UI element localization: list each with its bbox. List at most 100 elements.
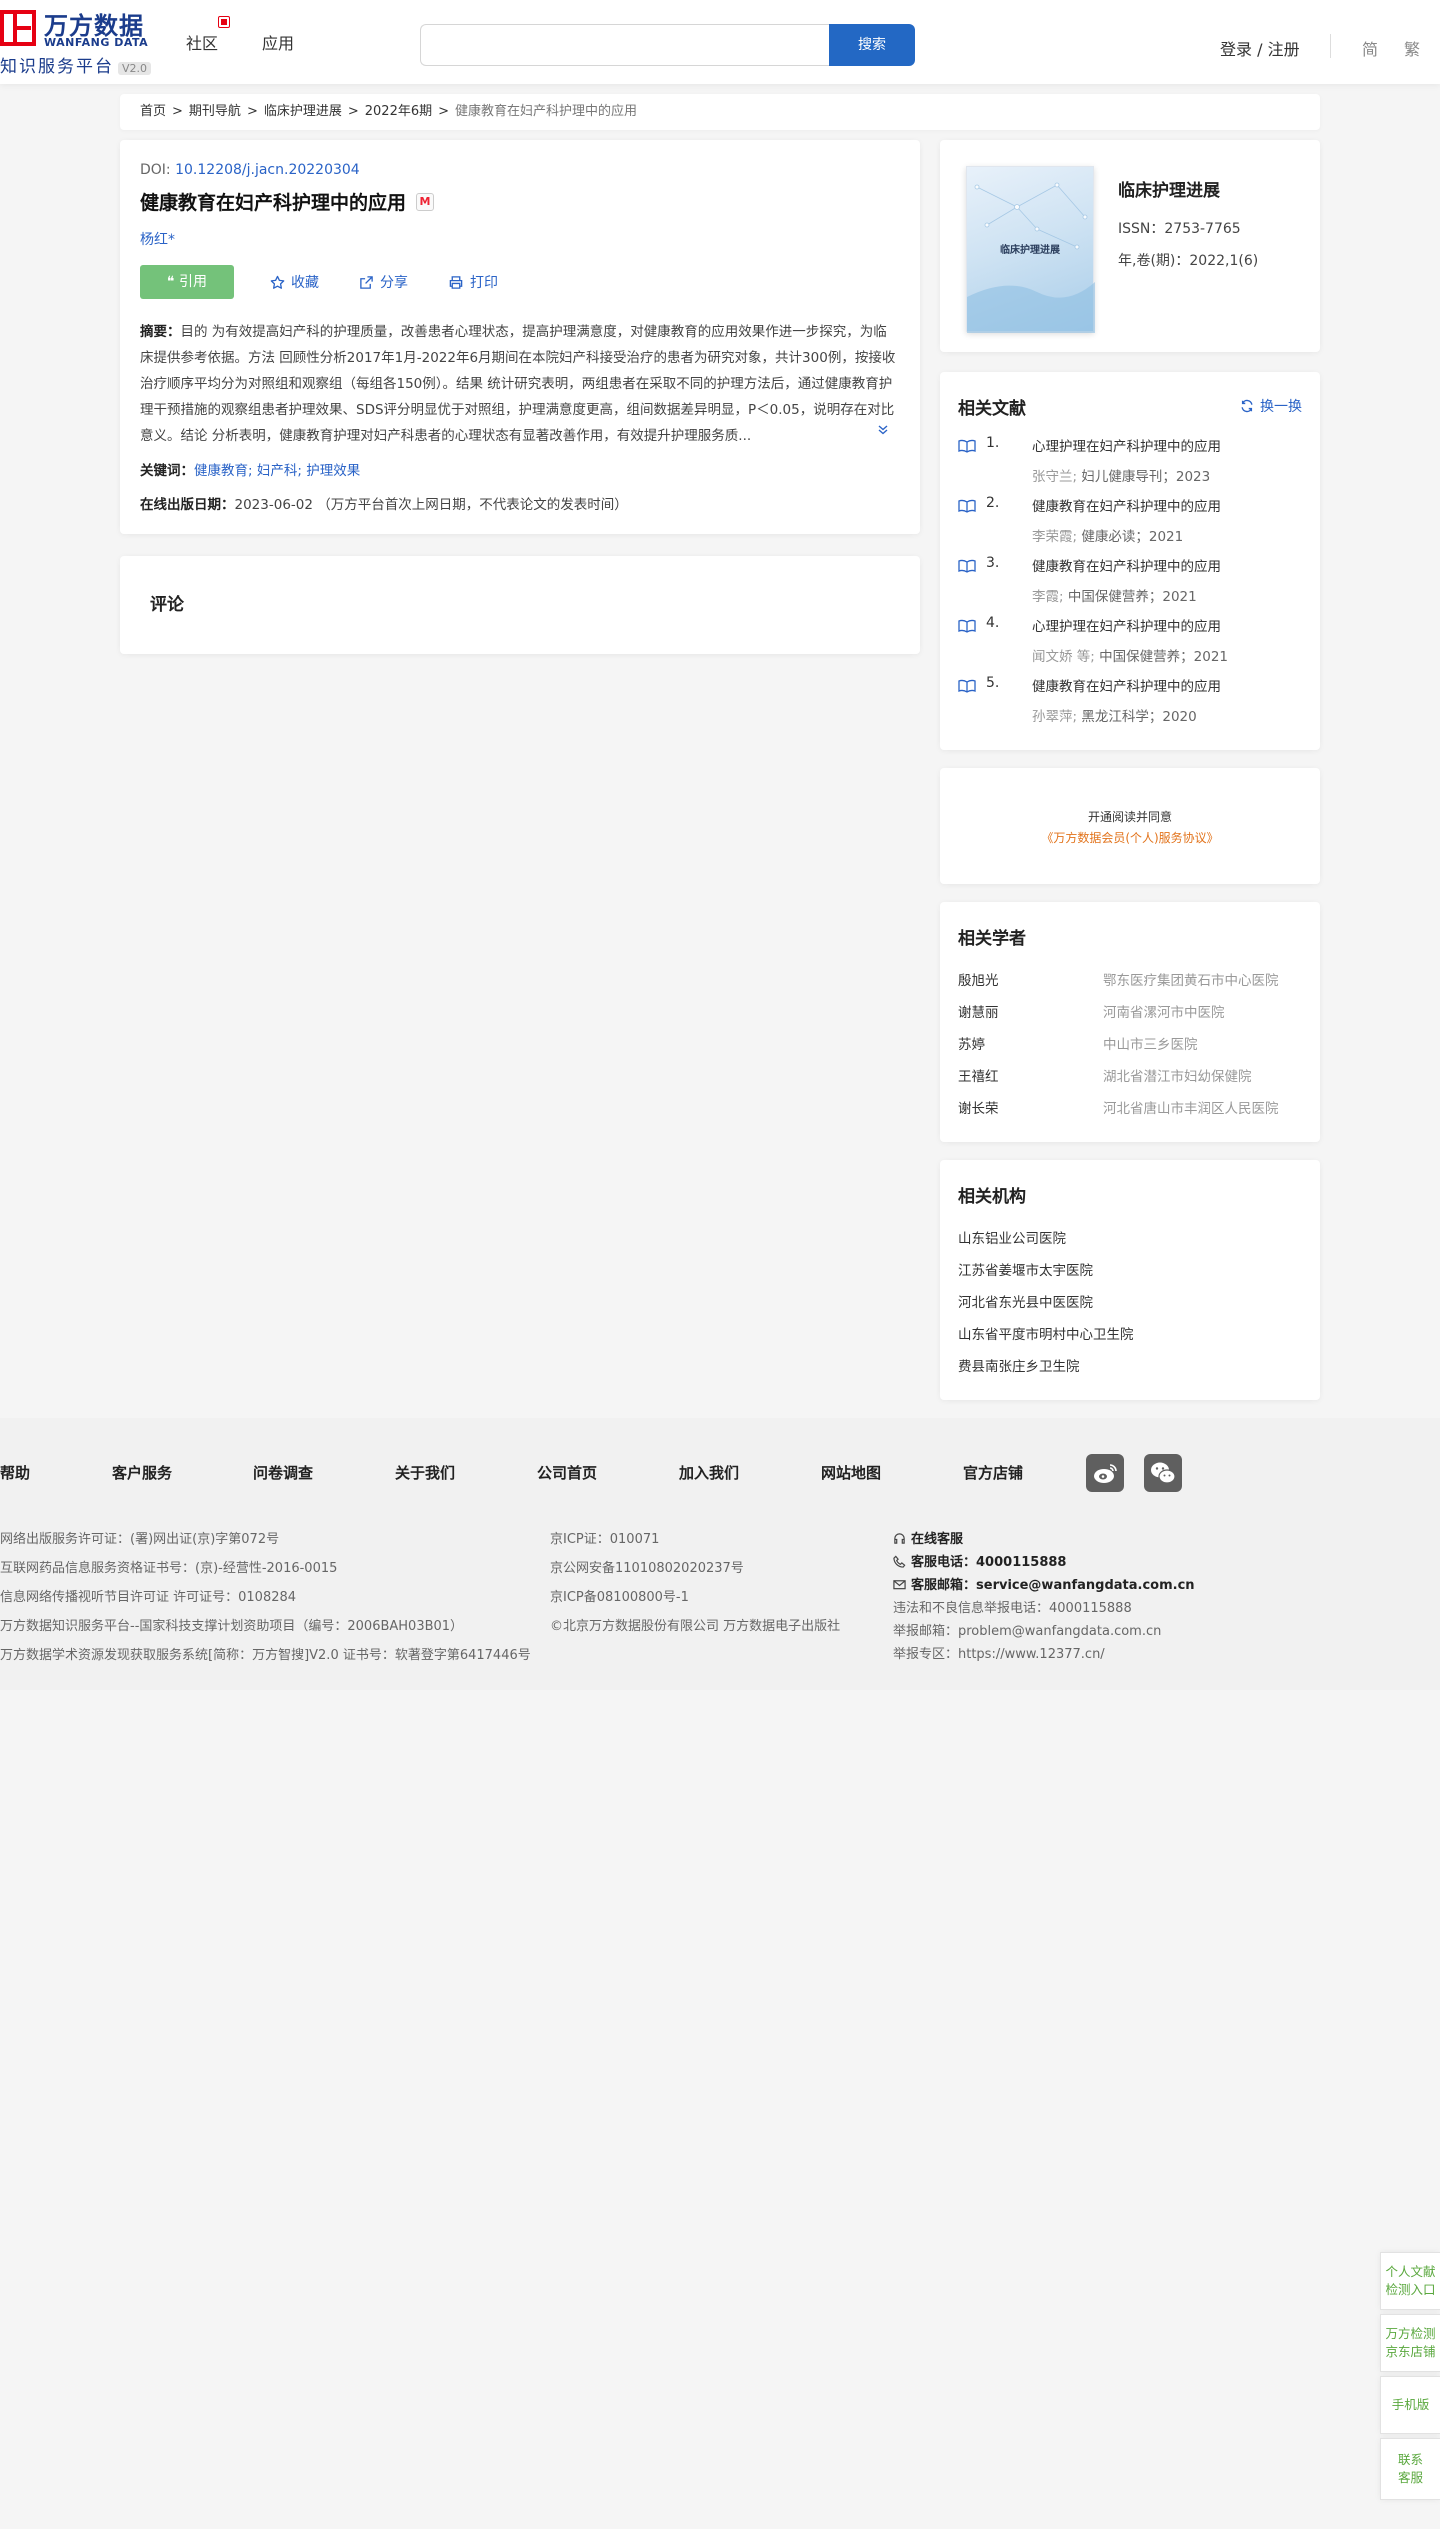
footer-official-store[interactable]: 官方店铺 [963,1462,1023,1483]
list-item[interactable]: 3. 健康教育在妇产科护理中的应用 李霞; 中国保健营养；2021 [958,553,1302,613]
publish-date: 2023-06-02 （万方平台首次上网日期，不代表论文的发表时间） [234,497,628,513]
report-phone: 违法和不良信息举报电话：4000115888 [893,1601,1132,1616]
orgs-title: 相关机构 [958,1187,1026,1207]
search-button[interactable]: 搜索 [829,24,915,66]
institution-link[interactable]: 山东铝业公司医院 [958,1219,1302,1251]
scholar-org[interactable]: 中山市三乡医院 [1103,1033,1198,1053]
item-title[interactable]: 心理护理在妇产科护理中的应用 [1032,435,1221,455]
expand-abstract-icon[interactable] [877,424,889,440]
breadcrumb-issue[interactable]: 2022年6期 [365,104,432,119]
login-register-link[interactable]: 登录 / 注册 [1220,36,1300,60]
report-zone[interactable]: 举报专区：https://www.12377.cn/ [893,1643,1105,1662]
journal-cover[interactable]: 临床护理进展 [966,166,1095,333]
wechat-icon[interactable] [1144,1454,1182,1492]
new-badge-icon [218,16,230,28]
journal-volume: 年,卷(期)：2022,1(6) [1118,253,1259,269]
item-title[interactable]: 健康教育在妇产科护理中的应用 [1032,555,1221,575]
item-title[interactable]: 健康教育在妇产科护理中的应用 [1032,495,1221,515]
footer-license: 万方数据知识服务平台--国家科技支撑计划资助项目（编号：2006BAH03B01… [0,1619,464,1634]
scholar-row[interactable]: 王禧红 湖北省潜江市妇幼保健院 [958,1057,1302,1089]
item-number: 1. [986,435,1000,451]
logo-subtitle-en: WANFANG DATA [44,36,149,49]
related-institutions-card: 相关机构 山东铝业公司医院 江苏省姜堰市太宇医院 河北省东光县中医医院 山东省平… [940,1160,1320,1400]
book-icon [958,439,976,453]
journal-name[interactable]: 临床护理进展 [1118,176,1220,201]
footer-icp[interactable]: 京ICP备08100800号-1 [550,1586,689,1605]
list-item[interactable]: 1. 心理护理在妇产科护理中的应用 张守兰; 妇儿健康导刊；2023 [958,433,1302,493]
phone-icon [893,1555,906,1568]
lang-traditional[interactable]: 繁 [1404,36,1420,60]
doi-link[interactable]: 10.12208/j.jacn.20220304 [175,162,360,178]
online-service-link[interactable]: 在线客服 [893,1528,963,1547]
breadcrumb-journal[interactable]: 临床护理进展 [264,104,342,119]
share-icon [360,275,373,289]
item-meta: 张守兰; 妇儿健康导刊；2023 [1032,469,1211,485]
agreement-link[interactable]: 《万方数据会员(个人)服务协议》 [940,829,1320,846]
institution-link[interactable]: 河北省东光县中医医院 [958,1283,1302,1315]
list-item[interactable]: 5. 健康教育在妇产科护理中的应用 孙翠萍; 黑龙江科学；2020 [958,673,1302,733]
scholar-name[interactable]: 谢慧丽 [958,1001,999,1021]
breadcrumb-home[interactable]: 首页 [140,104,166,119]
footer-customer-service[interactable]: 客户服务 [112,1462,172,1483]
footer-license: 网络出版服务许可证：(署)网出证(京)字第072号 [0,1532,280,1547]
scholar-name[interactable]: 苏婷 [958,1033,985,1053]
wanfang-logo[interactable]: 万方数据 WANFANG DATA 知识服务平台 V2.0 [0,6,160,77]
scholar-name[interactable]: 王禧红 [958,1065,999,1085]
book-icon [958,619,976,633]
side-tab-mobile[interactable]: 手机版 [1380,2376,1440,2434]
footer-icp[interactable]: 京公网安备11010802020237号 [550,1557,744,1576]
print-button[interactable]: 打印 [448,272,498,292]
scholar-row[interactable]: 殷旭光 鄂东医疗集团黄石市中心医院 [958,961,1302,993]
scholar-name[interactable]: 殷旭光 [958,969,999,989]
side-tab-contact-service[interactable]: 联系 客服 [1380,2438,1440,2500]
item-title[interactable]: 健康教育在妇产科护理中的应用 [1032,675,1221,695]
scholar-name[interactable]: 谢长荣 [958,1097,999,1117]
keyword-link[interactable]: 健康教育; [194,463,253,479]
list-item[interactable]: 2. 健康教育在妇产科护理中的应用 李荣霞; 健康必读；2021 [958,493,1302,553]
footer-survey[interactable]: 问卷调查 [253,1462,313,1483]
institution-link[interactable]: 山东省平度市明村中心卫生院 [958,1315,1302,1347]
scholar-org[interactable]: 鄂东医疗集团黄石市中心医院 [1103,969,1279,989]
report-email[interactable]: 举报邮箱：problem@wanfangdata.com.cn [893,1620,1161,1639]
lang-simplified[interactable]: 简 [1362,36,1378,60]
nav-community[interactable]: 社区 [186,30,218,54]
scholar-row[interactable]: 谢慧丽 河南省漯河市中医院 [958,993,1302,1025]
footer-help[interactable]: 帮助 [0,1462,30,1483]
institution-link[interactable]: 费县南张庄乡卫生院 [958,1347,1302,1379]
footer-join-us[interactable]: 加入我们 [679,1462,739,1483]
side-tab-jd-store[interactable]: 万方检测 京东店铺 [1380,2314,1440,2372]
service-email[interactable]: 客服邮箱：service@wanfangdata.com.cn [893,1574,1195,1593]
footer-icp[interactable]: 京ICP证：010071 [550,1528,659,1547]
scholar-org[interactable]: 河北省唐山市丰润区人民医院 [1103,1097,1279,1117]
institution-link[interactable]: 江苏省姜堰市太宇医院 [958,1251,1302,1283]
item-meta: 闻文娇 等; 中国保健营养；2021 [1032,649,1228,665]
author-link[interactable]: 杨红* [140,229,900,249]
footer-about[interactable]: 关于我们 [395,1462,455,1483]
scholar-row[interactable]: 苏婷 中山市三乡医院 [958,1025,1302,1057]
abstract: 摘要：目的 为有效提高妇产科的护理质量，改善患者心理状态，提高护理满意度，对健康… [140,319,900,449]
scholar-org[interactable]: 河南省漯河市中医院 [1103,1001,1225,1021]
list-item[interactable]: 4. 心理护理在妇产科护理中的应用 闻文娇 等; 中国保健营养；2021 [958,613,1302,673]
scholar-org[interactable]: 湖北省潜江市妇幼保健院 [1103,1065,1252,1085]
version-badge: V2.0 [118,62,152,75]
nav-apps[interactable]: 应用 [262,30,294,54]
refresh-button[interactable]: 换一换 [1240,396,1302,416]
breadcrumb-journals[interactable]: 期刊导航 [189,104,241,119]
item-title[interactable]: 心理护理在妇产科护理中的应用 [1032,615,1221,635]
journal-card: 临床护理进展 临床护理进展 ISSN：2753-7765 年,卷(期)：2022… [940,140,1320,352]
abstract-text: 目的 为有效提高妇产科的护理质量，改善患者心理状态，提高护理满意度，对健康教育的… [140,324,896,444]
scholar-row[interactable]: 谢长荣 河北省唐山市丰润区人民医院 [958,1089,1302,1121]
keyword-link[interactable]: 妇产科; [257,463,302,479]
scholars-title: 相关学者 [958,929,1026,949]
keyword-link[interactable]: 护理效果 [306,463,360,479]
search-input[interactable] [420,24,830,66]
header-divider [1330,34,1331,58]
footer-sitemap[interactable]: 网站地图 [821,1462,881,1483]
article-title: 健康教育在妇产科护理中的应用 M [140,188,900,215]
weibo-icon[interactable] [1086,1454,1124,1492]
side-tab-personal-check[interactable]: 个人文献 检测入口 [1380,2252,1440,2310]
favorite-button[interactable]: 收藏 [270,272,319,292]
cite-button[interactable]: ❝ 引用 [140,265,234,299]
share-button[interactable]: 分享 [359,272,408,292]
footer-company-home[interactable]: 公司首页 [537,1462,597,1483]
